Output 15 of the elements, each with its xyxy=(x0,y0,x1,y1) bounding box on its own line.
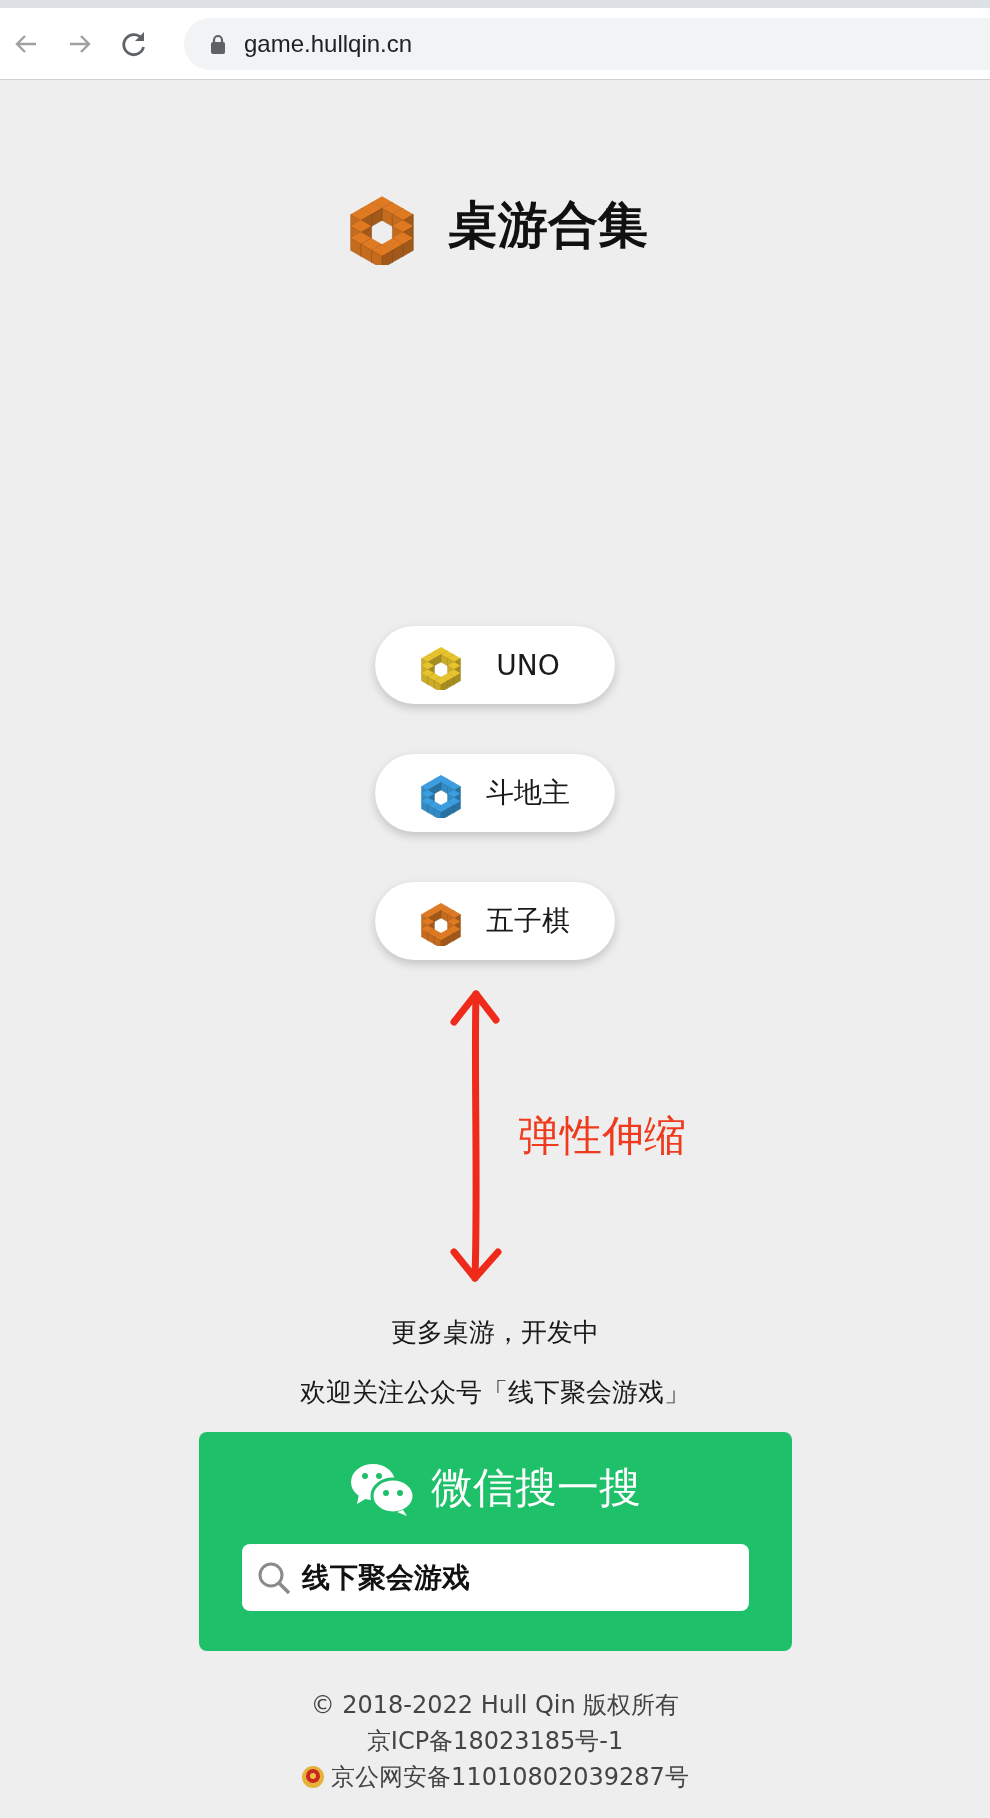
site-title: 桌游合集 xyxy=(448,194,648,256)
game-button[interactable]: 五子棋 xyxy=(375,882,615,960)
game-button[interactable]: UNO xyxy=(375,626,615,704)
emblem-icon xyxy=(301,1765,326,1789)
wechat-search-title: 微信搜一搜 xyxy=(431,1462,641,1514)
search-field[interactable]: 线下聚会游戏 xyxy=(241,1544,749,1611)
notice-text: 欢迎关注公众号「线下聚会游戏」 xyxy=(300,1376,690,1409)
address-bar[interactable]: game.hullqin.cn xyxy=(184,17,990,70)
annotation-label: 弹性伸缩 xyxy=(518,1110,686,1162)
notice-text: 更多桌游，开发中 xyxy=(391,1316,599,1349)
lock-icon xyxy=(210,33,226,54)
game-button[interactable]: 斗地主 xyxy=(375,754,615,832)
icp-link[interactable]: 京ICP备18023185号-1 xyxy=(366,1723,624,1759)
copyright-text: © 2018-2022 Hull Qin 版权所有 xyxy=(310,1690,680,1721)
police-record-link[interactable]: 京公网安备11010802039287号 xyxy=(331,1759,689,1795)
